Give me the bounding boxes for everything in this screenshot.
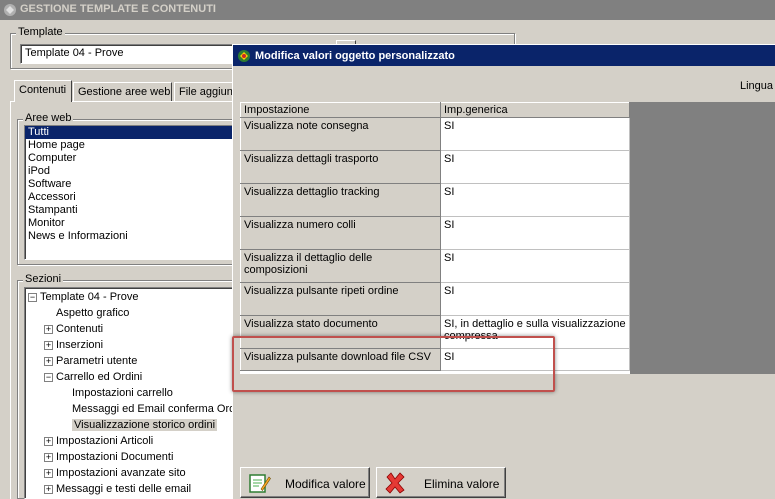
table-row[interactable]: Visualizza il dettaglio delle composizio… xyxy=(240,249,630,283)
tree-item[interactable]: + Impostazioni avanzate sito xyxy=(44,466,186,480)
modal-dialog: Modifica valori oggetto personalizzato L… xyxy=(232,44,775,499)
imp-generica-cell[interactable]: SI xyxy=(440,150,630,184)
tab-contenuti[interactable]: Contenuti xyxy=(14,80,72,102)
impostazione-cell[interactable]: Visualizza numero colli xyxy=(240,216,441,250)
tree-item-label: Impostazioni carrello xyxy=(72,387,173,399)
tree-item-label: Visualizzazione storico ordini xyxy=(72,419,218,431)
tree-item-label: Impostazioni Articoli xyxy=(56,435,154,447)
tree-item-label: Inserzioni xyxy=(56,339,104,351)
tab-gestione-aree-web[interactable]: Gestione aree web xyxy=(73,82,172,101)
modifica-valore-label: Modifica valore xyxy=(285,477,366,491)
tree-item[interactable]: + Inserzioni xyxy=(44,338,103,352)
settings-table[interactable]: Impostazione Imp.generica Visualizza not… xyxy=(240,102,630,371)
tree-item-label: Parametri utente xyxy=(56,355,138,367)
imp-generica-cell[interactable]: SI xyxy=(440,249,630,283)
tab-file-aggiuntivi[interactable]: File aggiun xyxy=(174,82,235,101)
table-row[interactable]: Visualizza dettaglio tracking SI xyxy=(240,183,630,217)
tree-item[interactable]: Aspetto grafico xyxy=(44,306,129,320)
tree-item[interactable]: Visualizzazione storico ordini xyxy=(60,418,218,432)
lingua-label: Lingua xyxy=(740,80,774,92)
table-row[interactable]: Visualizza pulsante ripeti ordine SI xyxy=(240,282,630,316)
aree-web-label: Aree web xyxy=(23,112,74,124)
app-logo-icon xyxy=(4,4,16,16)
tree-item[interactable]: + Parametri utente xyxy=(44,354,137,368)
list-item[interactable]: Stampanti xyxy=(25,204,234,217)
sezioni-label: Sezioni xyxy=(23,273,64,285)
tree-item[interactable]: + Contenuti xyxy=(44,322,103,336)
imp-generica-cell[interactable]: SI xyxy=(440,216,630,250)
column-header-imp-generica[interactable]: Imp.generica xyxy=(440,102,630,118)
expand-icon[interactable]: + xyxy=(44,468,53,478)
tree-item[interactable]: Impostazioni carrello xyxy=(60,386,173,400)
list-item[interactable]: iPod xyxy=(25,165,234,178)
tree-item-label: Carrello ed Ordini xyxy=(56,371,143,383)
imp-generica-cell[interactable]: SI xyxy=(440,183,630,217)
tree-item[interactable]: − Carrello ed Ordini xyxy=(44,370,142,384)
list-item[interactable]: Monitor xyxy=(25,217,234,230)
tree-item-label: Messaggi ed Email conferma Ordi xyxy=(72,403,235,415)
list-item[interactable]: News e Informazioni xyxy=(25,230,234,243)
elimina-valore-label: Elimina valore xyxy=(424,477,500,491)
tree-item-label: Aspetto grafico xyxy=(56,307,130,319)
list-item[interactable]: Home page xyxy=(25,139,234,152)
sezioni-tree[interactable]: − Template 04 - Prove Aspetto grafico + Cont… xyxy=(24,287,235,499)
expand-icon[interactable]: + xyxy=(44,324,53,334)
modifica-valore-button[interactable]: Modifica valore xyxy=(240,467,370,498)
tree-item[interactable]: Messaggi ed Email conferma Ordi xyxy=(60,402,235,416)
template-label: Template xyxy=(16,26,65,38)
table-row[interactable]: Visualizza note consegna SI xyxy=(240,117,630,151)
delete-x-icon xyxy=(385,472,405,494)
collapse-icon[interactable]: − xyxy=(44,372,53,382)
expand-icon[interactable]: + xyxy=(44,340,53,350)
highlight-annotation xyxy=(232,336,555,392)
tree-item[interactable]: + Impostazioni Articoli xyxy=(44,434,153,448)
aree-web-list[interactable]: Tutti Home page Computer iPod Software Access… xyxy=(24,125,235,260)
tree-item[interactable]: + Messaggi e testi delle email xyxy=(44,482,191,496)
tree-item-label: Template 04 - Prove xyxy=(40,291,139,303)
modal-title: Modifica valori oggetto personalizzato xyxy=(255,50,455,62)
collapse-icon[interactable]: − xyxy=(28,292,37,302)
tree-item-label: Contenuti xyxy=(56,323,104,335)
expand-icon[interactable]: + xyxy=(44,484,53,494)
list-item[interactable]: Computer xyxy=(25,152,234,165)
list-item[interactable]: Accessori xyxy=(25,191,234,204)
expand-icon[interactable]: + xyxy=(44,452,53,462)
expand-icon[interactable]: + xyxy=(44,436,53,446)
modal-titlebar: Modifica valori oggetto personalizzato xyxy=(233,45,775,66)
app-logo-icon xyxy=(238,50,250,62)
impostazione-cell[interactable]: Visualizza il dettaglio delle composizio… xyxy=(240,249,441,283)
impostazione-cell[interactable]: Visualizza dettaglio tracking xyxy=(240,183,441,217)
main-titlebar: GESTIONE TEMPLATE E CONTENUTI xyxy=(0,0,775,20)
tree-item-label: Messaggi e testi delle email xyxy=(56,483,192,495)
imp-generica-cell[interactable]: SI xyxy=(440,282,630,316)
table-row[interactable]: Visualizza dettagli trasporto SI xyxy=(240,150,630,184)
impostazione-cell[interactable]: Visualizza note consegna xyxy=(240,117,441,151)
imp-generica-cell[interactable]: SI xyxy=(440,117,630,151)
table-row[interactable]: Visualizza numero colli SI xyxy=(240,216,630,250)
impostazione-cell[interactable]: Visualizza dettagli trasporto xyxy=(240,150,441,184)
tree-item[interactable]: − Template 04 - Prove xyxy=(28,290,138,304)
tree-item-label: Impostazioni Documenti xyxy=(56,451,174,463)
elimina-valore-button[interactable]: Elimina valore xyxy=(376,467,506,498)
edit-icon xyxy=(249,474,271,493)
column-header-impostazione[interactable]: Impostazione xyxy=(240,102,441,118)
settings-grid: Impostazione Imp.generica Visualizza not… xyxy=(240,102,775,374)
impostazione-cell[interactable]: Visualizza pulsante ripeti ordine xyxy=(240,282,441,316)
tree-item-label: Impostazioni avanzate sito xyxy=(56,467,186,479)
expand-icon[interactable]: + xyxy=(44,356,53,366)
list-item[interactable]: Tutti xyxy=(25,126,234,139)
list-item[interactable]: Software xyxy=(25,178,234,191)
tree-item[interactable]: + Impostazioni Documenti xyxy=(44,450,173,464)
main-title: GESTIONE TEMPLATE E CONTENUTI xyxy=(20,3,216,15)
